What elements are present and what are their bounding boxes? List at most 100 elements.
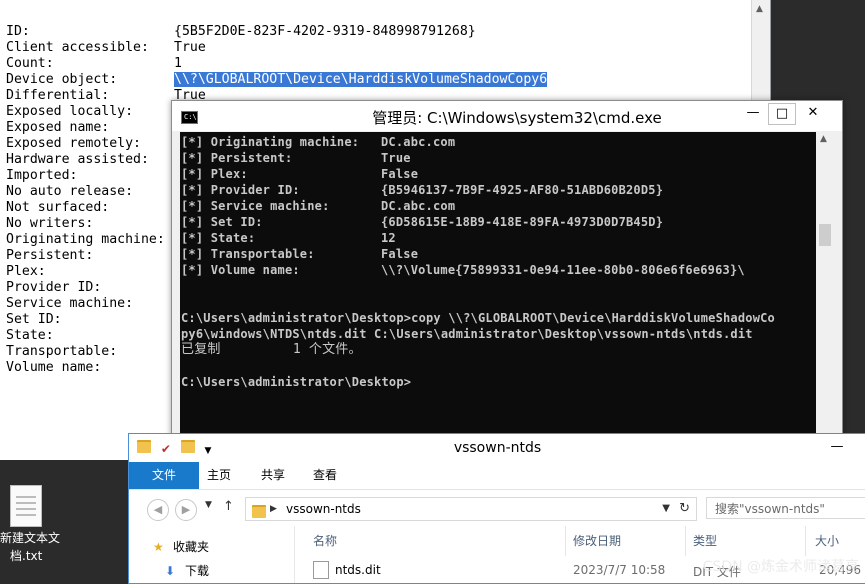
breadcrumb-arrow-icon[interactable]: ▶ [270, 498, 277, 520]
tab-view[interactable]: 查看 [305, 462, 345, 489]
console-property-value: {B5946137-7B9F-4925-AF80-51ABD60B20D5} [381, 183, 664, 197]
console-property-key: [*] Provider ID: [181, 183, 300, 197]
property-key: No writers: [6, 216, 94, 231]
console-output[interactable]: [*] Originating machine: DC.abc.com [*] Pe… [180, 132, 816, 441]
property-key: Differential: [6, 88, 110, 103]
nav-item-favorites[interactable]: ★ 收藏夹 [153, 538, 209, 555]
property-key: Originating machine: [6, 232, 165, 247]
nav-item-downloads[interactable]: ⬇ 下载 [165, 562, 209, 579]
property-key: Exposed name: [6, 120, 110, 135]
minimize-button[interactable]: — [740, 103, 766, 123]
property-row: State: [6, 328, 174, 344]
up-arrow-icon[interactable]: ↑ [223, 499, 234, 514]
tab-share[interactable]: 共享 [253, 462, 293, 489]
scroll-thumb[interactable] [819, 224, 831, 246]
scroll-up-arrow-icon[interactable]: ▲ [820, 134, 827, 144]
command-line-continued: py6\windows\NTDS\ntds.dit C:\Users\admin… [181, 327, 753, 341]
back-button[interactable]: ◀ [147, 499, 169, 521]
property-key: Count: [6, 56, 54, 71]
console-property-value: \\?\Volume{75899331-0e94-11ee-80b0-806e6… [381, 263, 745, 277]
command-prompt[interactable]: C:\Users\administrator\Desktop> [181, 374, 411, 390]
column-divider[interactable] [805, 526, 806, 556]
console-scrollbar[interactable]: ▲ [816, 132, 834, 441]
console-property-key: [*] Originating machine: [181, 135, 360, 149]
column-header-name[interactable]: 名称 [313, 532, 337, 549]
column-divider[interactable] [565, 526, 566, 556]
property-key: Service machine: [6, 296, 134, 311]
property-key: Transportable: [6, 344, 118, 359]
console-property-value: DC.abc.com [381, 135, 456, 149]
console-property-line: [*] State: 12 [181, 230, 396, 246]
property-row: Device object: \\?\GLOBALROOT\Device\Hard… [6, 72, 548, 88]
property-row: ID: {5B5F2D0E-823F-4202-9319-848998791268… [6, 24, 476, 40]
property-row: No writers: [6, 216, 174, 232]
property-row: No auto release: [6, 184, 174, 200]
console-property-key: [*] Persistent: [181, 151, 293, 165]
console-property-value: False [381, 247, 419, 261]
property-value[interactable]: True [174, 40, 206, 55]
cmd-window[interactable]: C:\ 管理员: C:\Windows\system32\cmd.exe — □… [171, 100, 843, 442]
explorer-titlebar[interactable]: ✔ ▼ vssown-ntds — [129, 434, 865, 462]
console-property-line: [*] Service machine: DC.abc.com [181, 198, 455, 214]
property-row: Plex: [6, 264, 174, 280]
forward-button[interactable]: ▶ [175, 499, 197, 521]
console-property-value: True [381, 151, 411, 165]
tab-file[interactable]: 文件 [129, 462, 199, 489]
cmd-titlebar[interactable]: C:\ 管理员: C:\Windows\system32\cmd.exe — □… [172, 101, 842, 131]
property-key: State: [6, 328, 54, 343]
console-property-value: False [381, 167, 419, 181]
recent-locations-chevron-icon[interactable]: ▼ [205, 500, 212, 510]
property-key: Not surfaced: [6, 200, 110, 215]
refresh-icon[interactable]: ↻ [679, 498, 690, 520]
minimize-button[interactable]: — [824, 437, 850, 457]
property-row: Hardware assisted: [6, 152, 174, 168]
property-row: Exposed remotely: [6, 136, 174, 152]
watermark: CSDN @炼金术师诸葛亮 [702, 559, 859, 575]
file-name[interactable]: ntds.dit [335, 563, 381, 577]
console-property-value: {6D58615E-18B9-418E-89FA-4973D0D7B45D} [381, 215, 664, 229]
console-property-line: [*] Volume name: \\?\Volume{75899331-0e94… [181, 262, 745, 278]
property-value[interactable]: {5B5F2D0E-823F-4202-9319-848998791268} [174, 24, 476, 39]
column-header-modified[interactable]: 修改日期 [573, 532, 621, 549]
property-row: Provider ID: [6, 280, 174, 296]
explorer-window-title: vssown-ntds [453, 440, 542, 456]
property-key: Imported: [6, 168, 78, 183]
desktop-file-icon[interactable]: 新建文本文 档.txt [0, 480, 70, 580]
nav-item-label: 收藏夹 [173, 540, 210, 554]
column-header-size[interactable]: 大小 [815, 532, 839, 549]
scroll-up-arrow-icon[interactable]: ▲ [756, 4, 763, 14]
search-input[interactable]: 搜索"vssown-ntds" [706, 497, 865, 519]
property-key: Set ID: [6, 312, 62, 327]
property-value[interactable]: 1 [174, 56, 182, 71]
address-dropdown-icon[interactable]: ▼ [662, 498, 670, 520]
property-key: Exposed remotely: [6, 136, 141, 151]
console-property-key: [*] Set ID: [181, 215, 263, 229]
tab-home[interactable]: 主页 [199, 462, 239, 489]
nav-item-label: 下载 [185, 564, 210, 578]
address-row: ◀ ▶ ▼ ↑ ▶ vssown-ntds ▼ ↻ 搜索"vssown-ntds… [129, 490, 865, 526]
property-key: Exposed locally: [6, 104, 134, 119]
maximize-button[interactable]: □ [768, 103, 796, 125]
console-property-value: DC.abc.com [381, 199, 456, 213]
desktop-icon-label-line2: 档.txt [10, 549, 43, 563]
address-bar[interactable]: ▶ vssown-ntds ▼ ↻ [245, 497, 697, 521]
property-row: Count: 1 [6, 56, 182, 72]
console-property-key: [*] Transportable: [181, 247, 315, 261]
selected-property-value[interactable]: \\?\GLOBALROOT\Device\HarddiskVolumeShad… [174, 72, 548, 87]
console-property-line: [*] Transportable: False [181, 246, 418, 262]
close-button[interactable]: ✕ [800, 103, 826, 123]
property-row: Imported: [6, 168, 174, 184]
property-key: Volume name: [6, 360, 102, 375]
console-property-line: [*] Persistent: True [181, 150, 411, 166]
column-divider[interactable] [685, 526, 686, 556]
property-key: Hardware assisted: [6, 152, 149, 167]
column-header-type[interactable]: 类型 [693, 532, 717, 549]
ribbon-tabs: 文件 主页 共享 查看 [129, 462, 865, 490]
command-result: 已复制 1 个文件。 [181, 342, 362, 357]
console-property-line: [*] Plex: False [181, 166, 418, 182]
file-icon [313, 561, 329, 579]
console-property-key: [*] Service machine: [181, 199, 330, 213]
folder-icon [252, 505, 266, 518]
breadcrumb-folder[interactable]: vssown-ntds [286, 498, 361, 520]
desktop-icon-label-line1: 新建文本文 [0, 531, 61, 545]
